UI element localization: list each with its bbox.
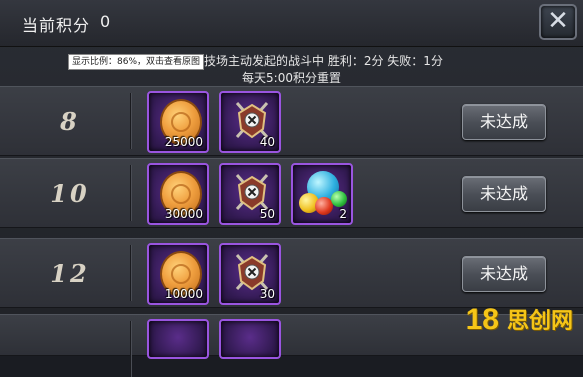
reward-item-gold[interactable]: 30000 xyxy=(147,163,209,225)
close-icon: ✕ xyxy=(547,6,569,36)
zoom-tooltip: 显示比例：86%，双击查看原图 xyxy=(68,54,205,70)
row-points: 12 xyxy=(50,258,90,288)
arena-badge-icon xyxy=(235,102,269,139)
reward-row: 12 10000 30 未达成 xyxy=(0,238,583,308)
reward-item-gold[interactable] xyxy=(147,319,209,359)
item-quantity: 40 xyxy=(259,135,275,149)
row-divider xyxy=(130,245,131,301)
close-button[interactable]: ✕ xyxy=(539,4,577,40)
score-value: 0 xyxy=(100,12,111,31)
item-quantity: 50 xyxy=(259,207,275,221)
reward-item-gems[interactable]: 2 xyxy=(291,163,353,225)
row-points: 10 xyxy=(50,178,90,208)
reward-item-badge[interactable]: 50 xyxy=(219,163,281,225)
watermark-number: 18 xyxy=(465,303,499,336)
item-quantity: 30000 xyxy=(164,207,203,221)
reward-panel: 当前积分 0 ✕ 显示比例：86%，双击查看原图 在竞技场主动发起的战斗中 胜利… xyxy=(0,0,583,377)
reward-row: 10 30000 50 2 未达成 xyxy=(0,158,583,228)
row-divider xyxy=(130,165,131,221)
row-points: 8 xyxy=(60,106,80,136)
top-bar: 当前积分 0 ✕ xyxy=(0,0,583,47)
claim-status-button[interactable]: 未达成 xyxy=(462,104,546,140)
arena-badge-icon xyxy=(235,254,269,291)
score-title: 当前积分 xyxy=(22,16,91,35)
item-quantity: 10000 xyxy=(164,287,203,301)
reward-row: 8 25000 40 未达成 xyxy=(0,86,583,156)
reward-item-badge[interactable]: 40 xyxy=(219,91,281,153)
watermark-text: 思创网 xyxy=(506,308,573,333)
arena-badge-icon xyxy=(235,174,269,211)
rules-line-2: 每天5:00积分重置 xyxy=(242,71,341,85)
item-quantity: 25000 xyxy=(164,135,203,149)
claim-status-button[interactable]: 未达成 xyxy=(462,256,546,292)
reward-item-gold[interactable]: 10000 xyxy=(147,243,209,305)
row-divider xyxy=(130,93,131,149)
claim-status-button[interactable]: 未达成 xyxy=(462,176,546,212)
reward-item-gold[interactable]: 25000 xyxy=(147,91,209,153)
item-quantity: 30 xyxy=(259,287,275,301)
row-divider xyxy=(130,321,131,377)
item-quantity: 2 xyxy=(339,207,347,221)
reward-item-badge[interactable]: 30 xyxy=(219,243,281,305)
reward-item-badge[interactable] xyxy=(219,319,281,359)
